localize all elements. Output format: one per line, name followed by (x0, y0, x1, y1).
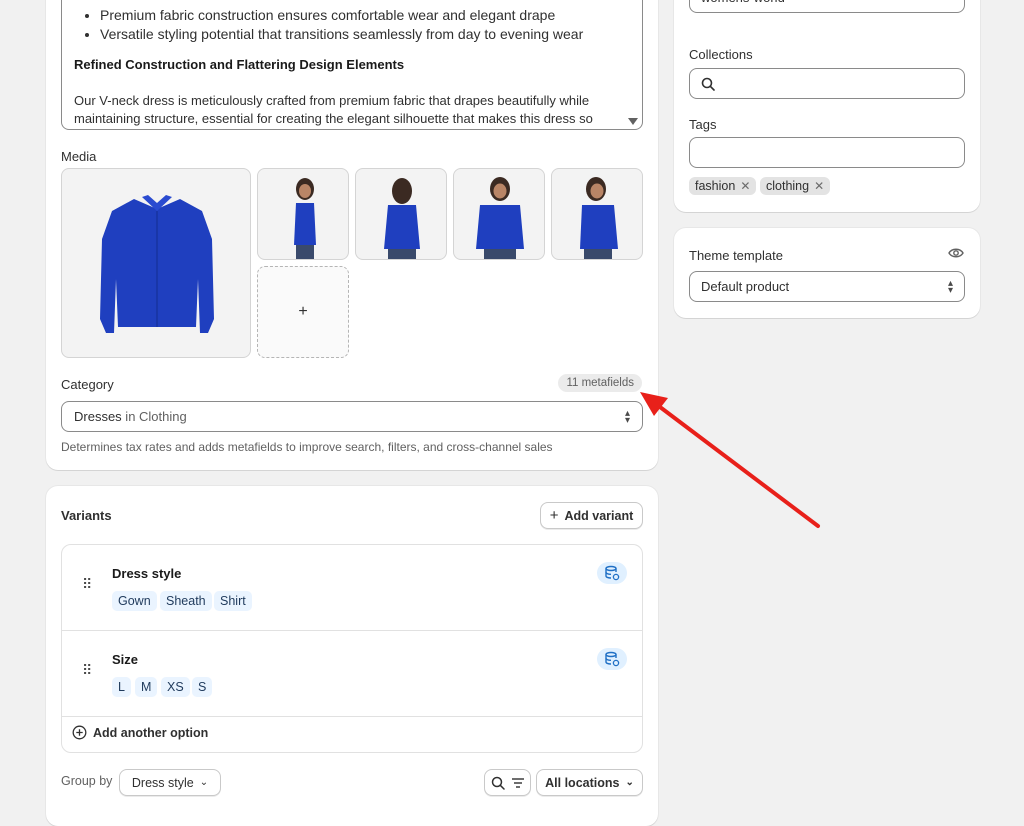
metafield-database-icon[interactable] (597, 648, 627, 670)
group-by-value: Dress style (131, 775, 194, 790)
theme-template-value: Default product (701, 279, 790, 294)
remove-tag-icon[interactable]: ✕ (814, 179, 824, 193)
media-thumbnail[interactable] (453, 168, 545, 260)
group-by-label: Group by (61, 774, 113, 788)
organization-card: womens-world Collections Tags fashion ✕ … (674, 0, 980, 212)
plus-icon: + (549, 507, 559, 524)
option-value-chip: S (192, 677, 213, 697)
tag-label: clothing (766, 179, 810, 193)
remove-tag-icon[interactable]: ✕ (740, 179, 750, 193)
media-label: Media (61, 149, 97, 164)
category-value-main: Dresses (74, 409, 122, 424)
media-thumbnail[interactable] (355, 168, 447, 260)
option-name: Dress style (112, 566, 182, 581)
vendor-input[interactable]: womens-world (689, 0, 965, 13)
category-select[interactable]: Dresses in Clothing ▴ ▾ (61, 401, 643, 432)
variants-card: Variants + Add variant ⠿ Dress style Gow… (46, 486, 658, 826)
description-editor[interactable]: Premium fabric construction ensures comf… (61, 0, 643, 130)
variant-options-list: ⠿ Dress style Gown Sheath Shirt ⠿ Size L… (61, 544, 643, 753)
metafield-database-icon[interactable] (597, 562, 627, 584)
eye-icon[interactable] (948, 247, 964, 259)
filter-icon (511, 777, 524, 788)
option-value-chip: M (135, 677, 158, 697)
option-value-chip: Shirt (214, 591, 252, 611)
option-name: Size (112, 652, 139, 667)
collections-label: Collections (689, 47, 753, 62)
plus-circle-icon (72, 725, 87, 740)
tag-chip: fashion ✕ (689, 177, 757, 195)
group-by-select[interactable]: Dress style ⌄ (119, 769, 221, 796)
vendor-value: womens-world (701, 0, 785, 5)
add-another-option-label: Add another option (93, 725, 209, 740)
description-bullet: Premium fabric construction ensures comf… (100, 6, 583, 25)
collections-search-input[interactable] (689, 68, 965, 99)
option-value-chip: L (112, 677, 131, 697)
search-icon (491, 776, 505, 790)
option-value-chip: XS (161, 677, 190, 697)
variant-option-row[interactable]: ⠿ Size L M XS S (62, 631, 642, 717)
tag-label: fashion (695, 179, 736, 193)
description-bullet: Versatile styling potential that transit… (100, 25, 583, 44)
variants-title: Variants (61, 508, 112, 523)
add-variant-button[interactable]: + Add variant (540, 502, 643, 529)
add-media-button[interactable]: + (257, 266, 349, 358)
locations-select[interactable]: All locations ⌄ (536, 769, 643, 796)
option-value-chip: Sheath (160, 591, 212, 611)
product-details-card: Premium fabric construction ensures comf… (46, 0, 658, 470)
drag-handle-icon[interactable]: ⠿ (82, 663, 92, 677)
media-thumbnail[interactable] (257, 168, 349, 260)
tags-input[interactable] (689, 137, 965, 168)
model-turned-image (580, 177, 618, 259)
locations-value: All locations (545, 775, 620, 790)
description-heading: Refined Construction and Flattering Desi… (74, 57, 405, 72)
option-value-chip: Gown (112, 591, 157, 611)
chevron-up-down-icon: ▴ ▾ (624, 407, 630, 426)
chevron-down-icon: ⌄ (625, 777, 634, 788)
tags-label: Tags (689, 117, 717, 132)
add-variant-label: Add variant (564, 508, 634, 523)
media-thumbnail[interactable] (551, 168, 643, 260)
search-icon (701, 77, 715, 91)
model-back-image (384, 178, 420, 259)
blue-shirt-image (100, 195, 214, 333)
scroll-down-arrow-icon[interactable] (628, 118, 638, 125)
theme-template-card: Theme template Default product ▴ ▾ (674, 228, 980, 318)
metafields-badge[interactable]: 11 metafields (558, 374, 642, 392)
variant-option-row[interactable]: ⠿ Dress style Gown Sheath Shirt (62, 545, 642, 631)
description-bullet-list: Premium fabric construction ensures comf… (62, 6, 583, 44)
model-front-image (476, 177, 524, 259)
description-paragraph: Our V-neck dress is meticulously crafted… (74, 93, 593, 126)
tag-chip: clothing ✕ (760, 177, 831, 195)
category-help-text: Determines tax rates and adds metafields… (61, 440, 553, 454)
media-main-image[interactable] (61, 168, 251, 358)
model-side-image (294, 178, 316, 259)
drag-handle-icon[interactable]: ⠿ (82, 577, 92, 591)
theme-template-label: Theme template (689, 248, 783, 263)
chevron-up-down-icon: ▴ ▾ (947, 277, 953, 296)
plus-icon: + (298, 303, 308, 320)
category-label: Category (61, 377, 114, 392)
category-value-suffix: in Clothing (121, 409, 187, 424)
search-filter-button[interactable] (484, 769, 531, 796)
theme-template-select[interactable]: Default product ▴ ▾ (689, 271, 965, 302)
chevron-down-icon: ⌄ (199, 777, 209, 788)
add-another-option-button[interactable]: Add another option (72, 725, 208, 740)
